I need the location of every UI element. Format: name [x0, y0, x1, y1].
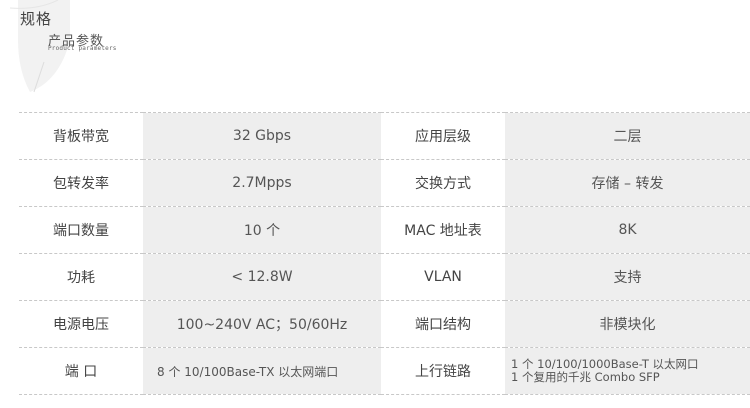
spec-label: 交换方式	[381, 159, 505, 207]
header-title: 规格	[20, 10, 53, 28]
spec-label: 端 口	[19, 347, 143, 395]
spec-label: MAC 地址表	[381, 206, 505, 254]
spec-label: 端口结构	[381, 300, 505, 348]
spec-value: 8 个 10/100Base-TX 以太网端口	[143, 347, 381, 395]
table-row: 功耗 < 12.8W VLAN 支持	[19, 253, 750, 301]
spec-label: 背板带宽	[19, 112, 143, 160]
spec-label: 上行链路	[381, 347, 505, 395]
spec-value: 存储 – 转发	[505, 159, 750, 207]
spec-label: 电源电压	[19, 300, 143, 348]
spec-value: 2.7Mpps	[143, 159, 381, 207]
spec-value: 100~240V AC；50/60Hz	[143, 300, 381, 348]
spec-value: 支持	[505, 253, 750, 301]
spec-label: VLAN	[381, 253, 505, 301]
table-row: 背板带宽 32 Gbps 应用层级 二层	[19, 112, 750, 160]
header-subtitle-en: Product parameters	[48, 45, 117, 52]
table-row: 端口数量 10 个 MAC 地址表 8K	[19, 206, 750, 254]
table-row: 端 口 8 个 10/100Base-TX 以太网端口 上行链路 1 个 10/…	[19, 347, 750, 395]
spec-value: < 12.8W	[143, 253, 381, 301]
spec-label: 包转发率	[19, 159, 143, 207]
spec-value: 10 个	[143, 206, 381, 254]
spec-value: 32 Gbps	[143, 112, 381, 160]
table-row: 电源电压 100~240V AC；50/60Hz 端口结构 非模块化	[19, 300, 750, 348]
table-row: 包转发率 2.7Mpps 交换方式 存储 – 转发	[19, 159, 750, 207]
spec-label: 功耗	[19, 253, 143, 301]
spec-table: 背板带宽 32 Gbps 应用层级 二层 包转发率 2.7Mpps 交换方式 存…	[19, 112, 750, 395]
spec-label: 端口数量	[19, 206, 143, 254]
spec-value: 非模块化	[505, 300, 750, 348]
spec-value: 二层	[505, 112, 750, 160]
section-header: 规格 产品参数 Product parameters	[0, 0, 260, 105]
spec-value-multiline: 1 个 10/100/1000Base-T 以太网口 1 个复用的千兆 Comb…	[505, 347, 750, 395]
spec-value-line: 1 个复用的千兆 Combo SFP	[511, 370, 660, 384]
spec-label: 应用层级	[381, 112, 505, 160]
spec-value: 8K	[505, 206, 750, 254]
